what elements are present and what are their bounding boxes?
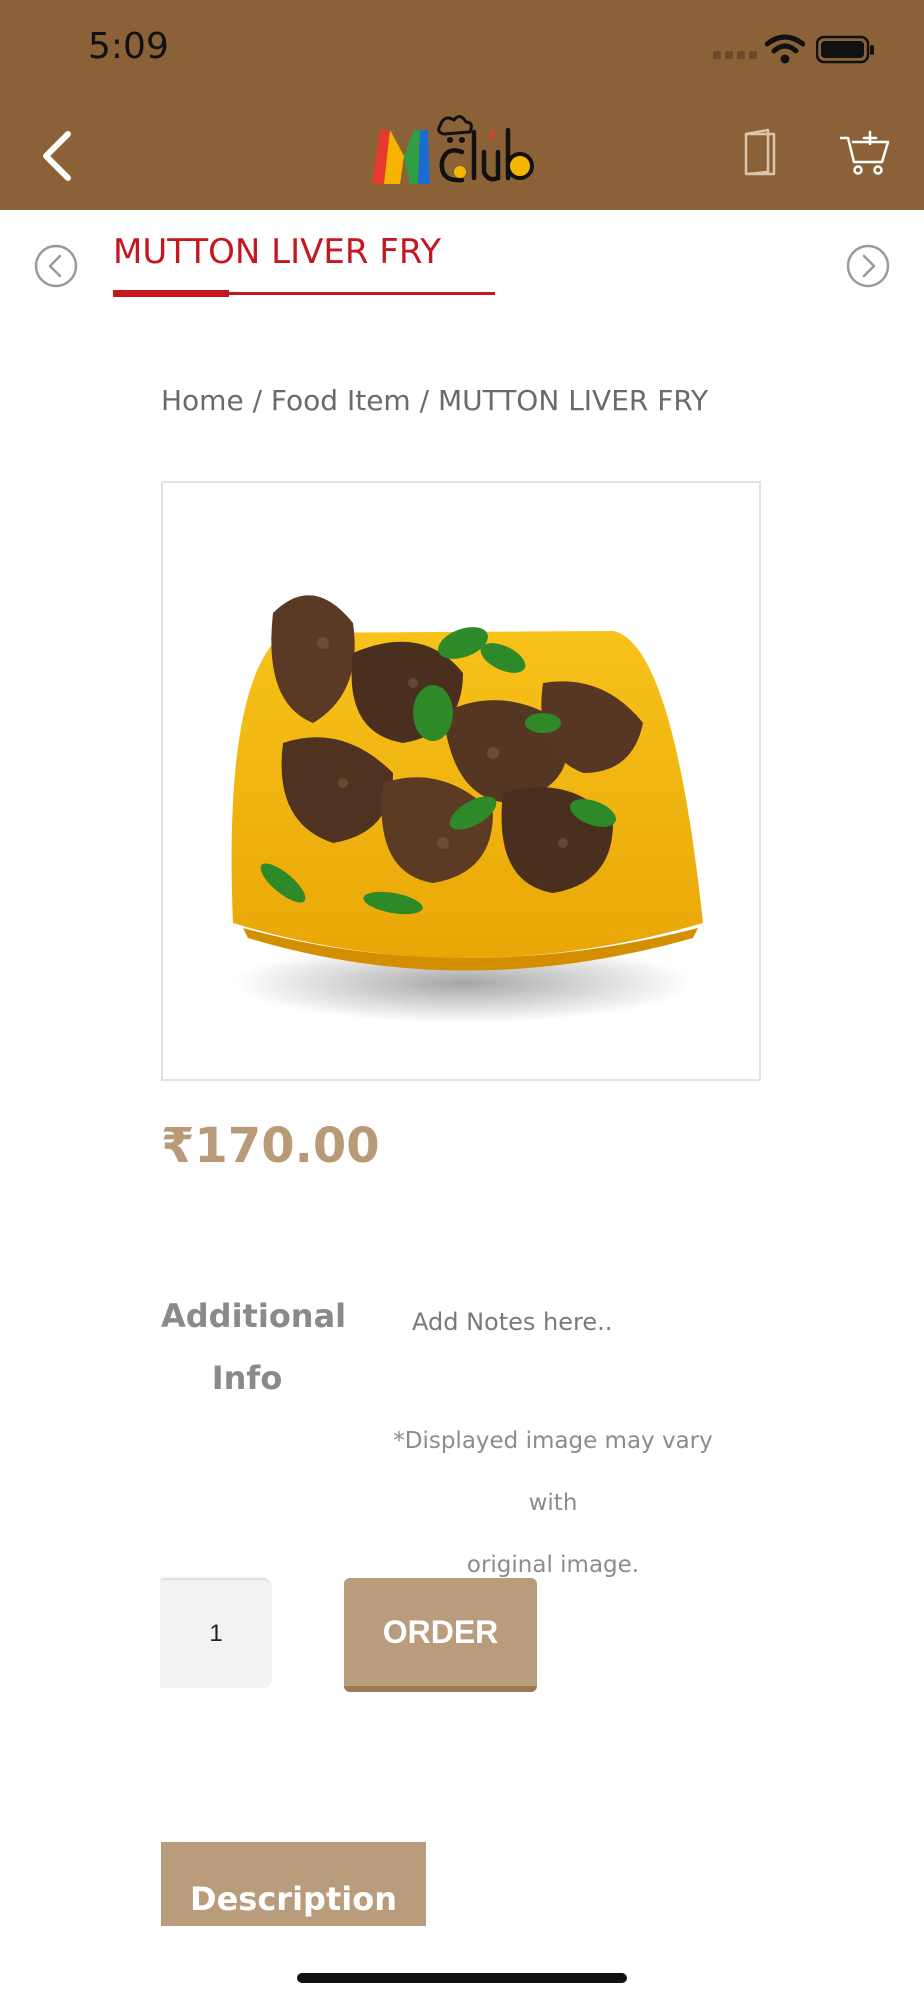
cellular-signal-icon	[713, 51, 757, 59]
tab-active-indicator	[113, 290, 229, 297]
status-time: 5:09	[88, 26, 169, 67]
image-disclaimer: *Displayed image may vary with original …	[370, 1410, 736, 1596]
wifi-icon	[765, 34, 805, 64]
battery-icon	[816, 35, 874, 64]
breadcrumb-separator: /	[243, 384, 271, 417]
additional-info-label-line2: Info	[211, 1359, 283, 1397]
item-tab-title[interactable]: MUTTON LIVER FRY	[113, 232, 441, 272]
quantity-field[interactable]: 1	[161, 1580, 271, 1688]
disclaimer-line1: *Displayed image may vary with	[393, 1428, 713, 1516]
breadcrumb-home[interactable]: Home	[161, 384, 244, 417]
next-item-icon[interactable]	[846, 244, 890, 288]
mclub-logo[interactable]	[370, 112, 555, 188]
quantity-value: 1	[209, 1620, 223, 1647]
additional-info-label: Additional Info	[161, 1285, 347, 1409]
additional-info-label-line1: Additional	[161, 1297, 347, 1335]
menu-book-icon[interactable]	[742, 128, 778, 176]
app-header: 5:09	[0, 0, 924, 210]
home-indicator	[297, 1973, 627, 1983]
cart-add-icon[interactable]	[838, 128, 890, 176]
back-chevron-icon[interactable]	[38, 128, 78, 184]
breadcrumb-food-item[interactable]: Food Item	[271, 384, 411, 417]
notes-input[interactable]	[400, 1296, 784, 1348]
food-image	[231, 595, 704, 1023]
tab-description[interactable]: Description	[161, 1842, 426, 1926]
previous-item-icon[interactable]	[34, 244, 78, 288]
food-image-frame	[161, 481, 761, 1081]
order-button[interactable]: ORDER	[344, 1578, 537, 1692]
breadcrumb: Home / Food Item / MUTTON LIVER FRY	[161, 384, 708, 417]
breadcrumb-current: MUTTON LIVER FRY	[437, 384, 709, 417]
breadcrumb-separator: /	[410, 384, 438, 417]
product-price: ₹170.00	[161, 1118, 380, 1174]
